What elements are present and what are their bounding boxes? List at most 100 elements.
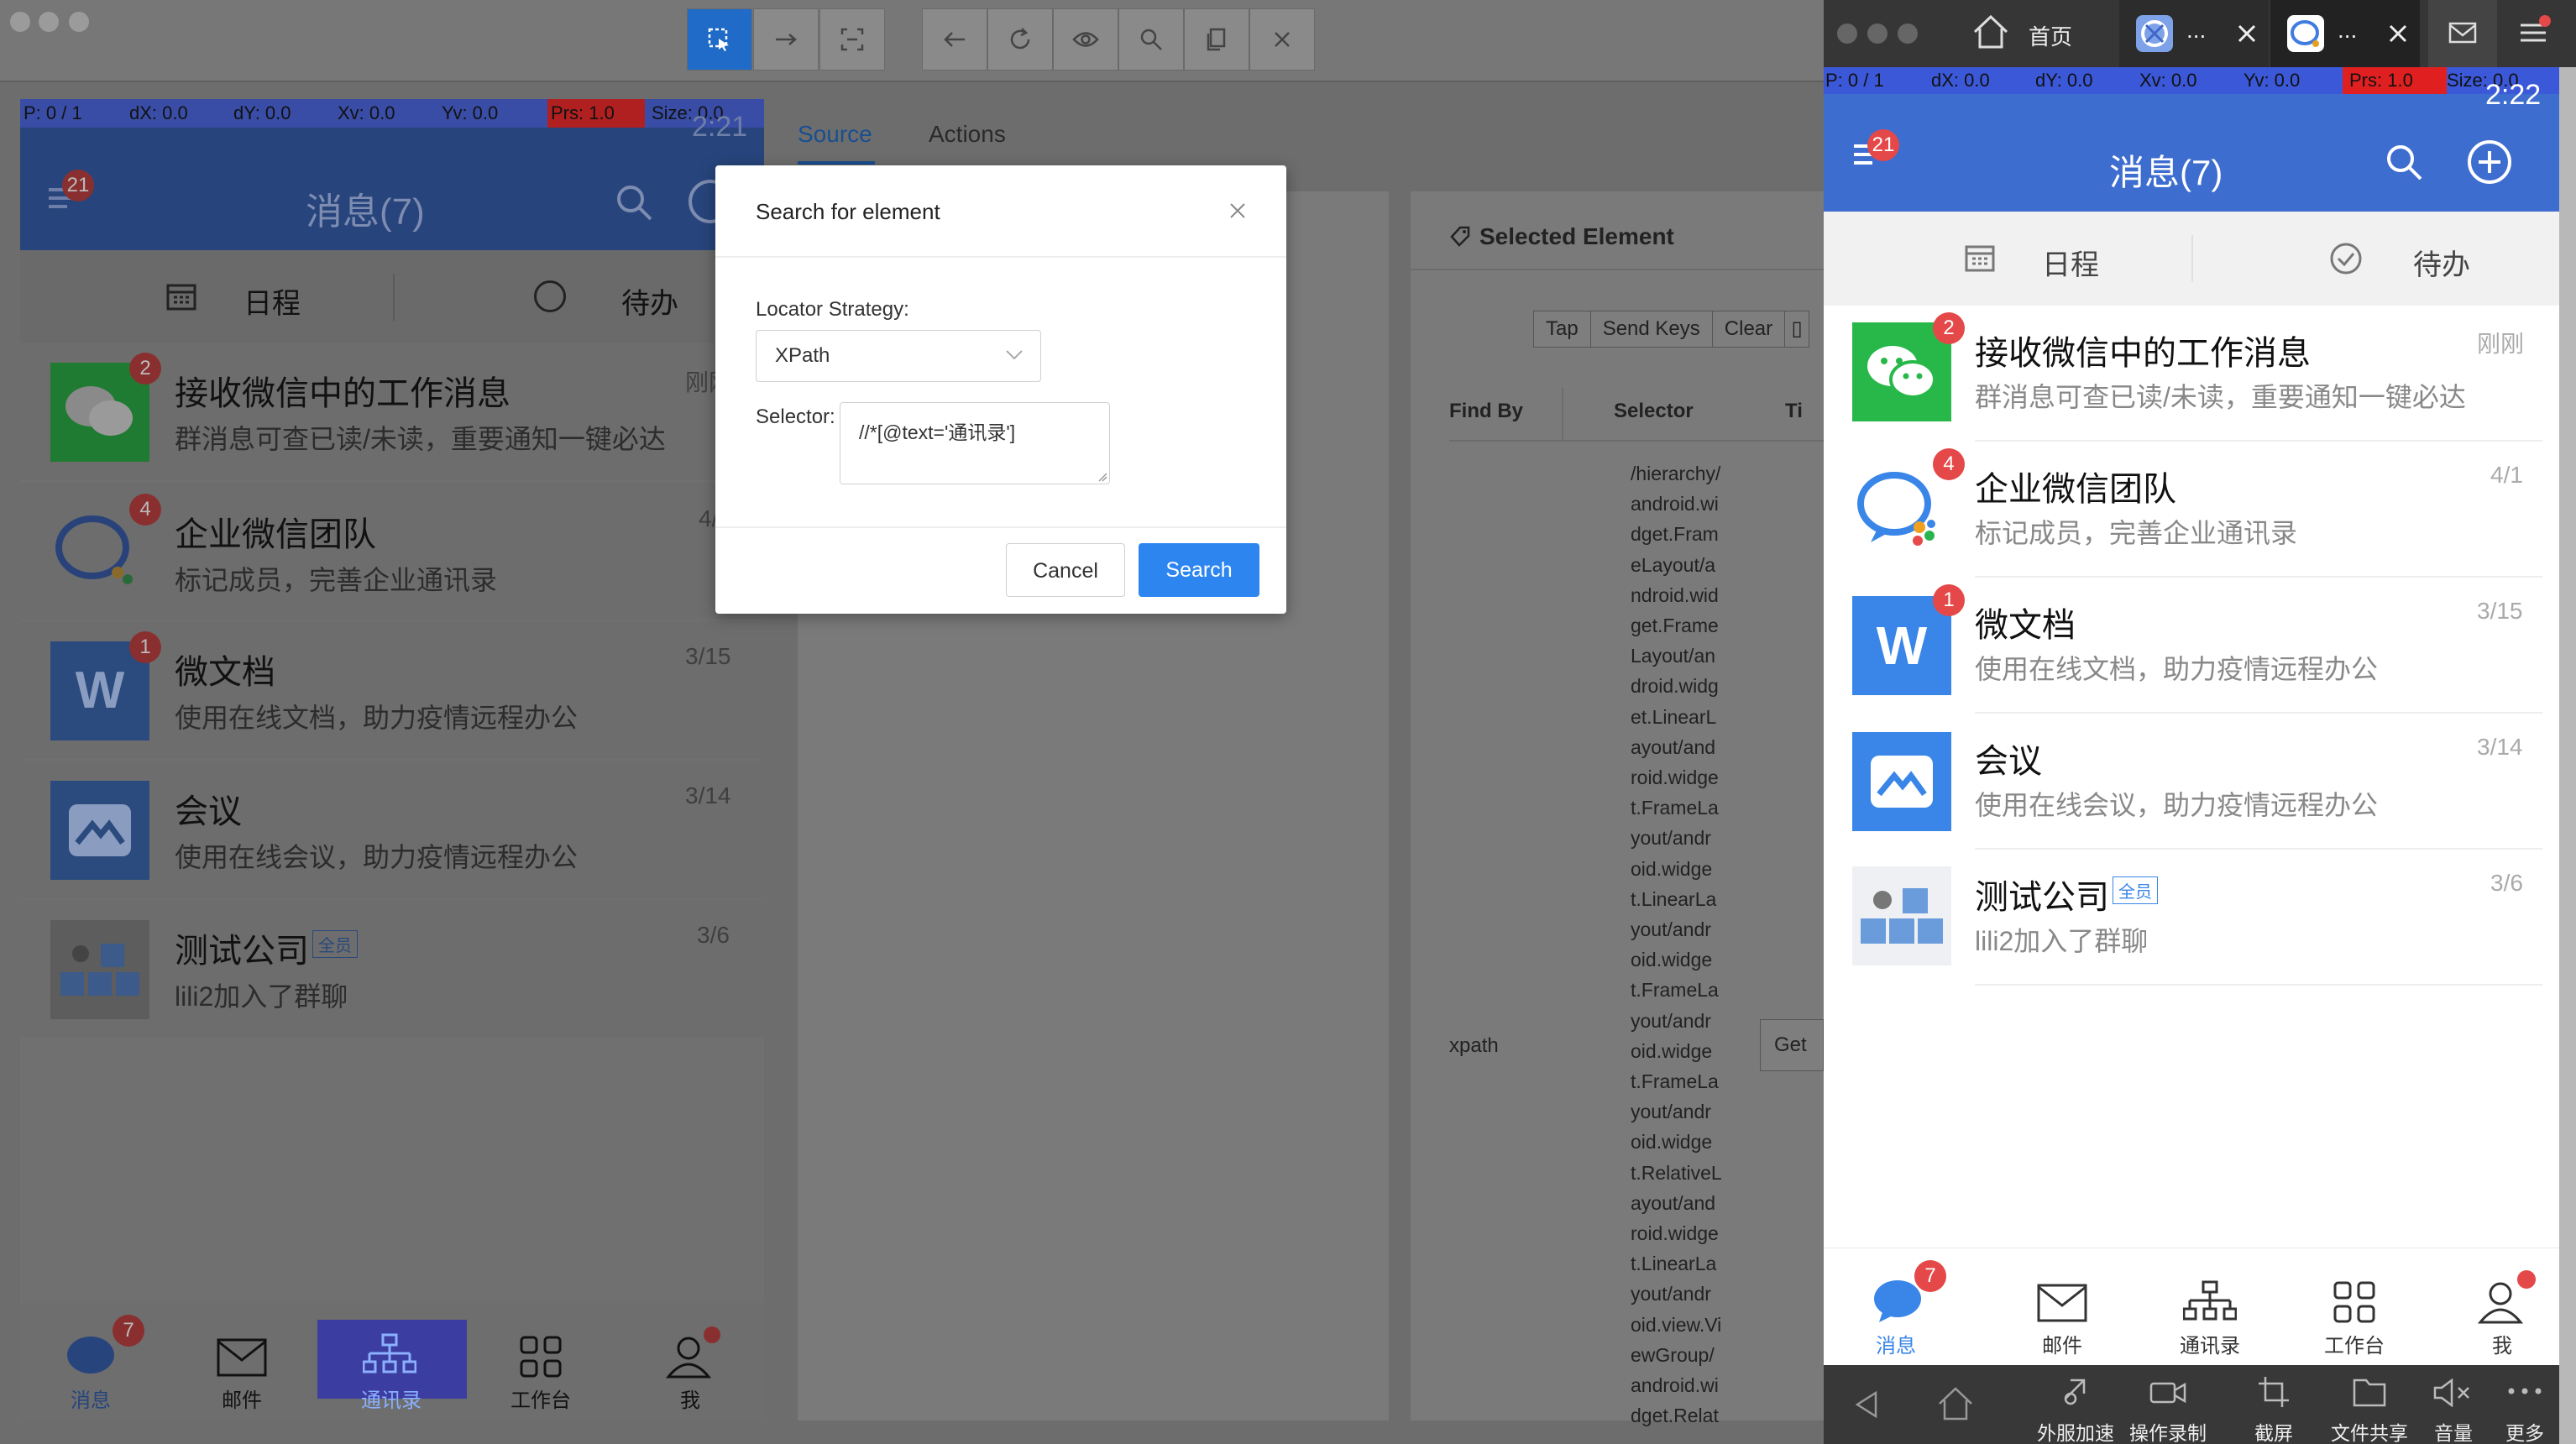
get-timing-button[interactable]: Get [1760, 1019, 1824, 1071]
group-avatar-icon [50, 920, 149, 1019]
xpath-line: get.Frame [1631, 615, 1719, 637]
copy-xml-icon[interactable] [1184, 8, 1249, 71]
device-screenshot[interactable]: P: 0 / 1 dX: 0.0 dY: 0.0 Xv: 0.0 Yv: 0.0… [20, 99, 764, 1420]
android-home-icon[interactable] [1936, 1385, 1975, 1420]
cancel-button[interactable]: Cancel [1006, 543, 1125, 597]
selector-textarea[interactable]: //*[@text='通讯录'] [840, 402, 1110, 484]
nav-workbench[interactable]: 工作台 [2301, 1260, 2410, 1358]
pointer-dy: dY: 0.0 [233, 102, 291, 123]
search-button[interactable]: Search [1139, 543, 1259, 597]
xpath-line: roid.widge [1631, 1222, 1719, 1245]
window-zoom-light[interactable] [69, 12, 89, 32]
window-close-light[interactable] [10, 12, 30, 32]
android-back-icon[interactable] [1854, 1390, 1879, 1419]
pointer-p: P: 0 / 1 [24, 102, 82, 123]
tab-actions[interactable]: Actions [929, 121, 1006, 148]
screenshot-button[interactable]: 截屏 [2232, 1373, 2316, 1444]
toolbar-divider [0, 81, 1824, 82]
home-icon[interactable] [1971, 13, 2010, 49]
calendar-icon [1965, 243, 1995, 272]
list-item[interactable]: 4 企业微信团队 标记成员，完善企业通讯录 4/1 [1824, 442, 2559, 578]
copy-attributes-icon[interactable]: ▯ [1785, 311, 1809, 347]
quit-session-icon[interactable] [1249, 8, 1315, 71]
volume-button[interactable]: 音量 [2420, 1373, 2487, 1444]
tab-home-label[interactable]: 首页 [2029, 20, 2072, 51]
item-badge: 1 [1933, 584, 1965, 616]
tab-schedule[interactable]: 日程 [2042, 242, 2099, 283]
eye-icon[interactable] [1053, 8, 1118, 71]
resize-handle-icon[interactable] [1097, 472, 1107, 482]
window-close-light[interactable] [1837, 24, 1857, 44]
send-keys-button[interactable]: Send Keys [1591, 311, 1713, 347]
xpath-line: t.LinearLa [1631, 887, 1717, 910]
nav-me[interactable]: 我 [2445, 1260, 2554, 1358]
panel-divider [1411, 269, 1824, 270]
nav-messages[interactable]: 7 消息 [1862, 1260, 1971, 1358]
nav-label: 邮件 [2042, 1335, 2082, 1358]
item-date: 3/14 [2477, 734, 2523, 760]
close-tab-icon[interactable] [2237, 24, 2257, 44]
tab-app-2[interactable]: ... [2270, 0, 2420, 67]
wecom-team-icon [1852, 460, 1945, 552]
file-share-button[interactable]: 文件共享 [2319, 1373, 2420, 1444]
phone-search-icon[interactable] [2385, 143, 2423, 181]
wecom-team-icon [50, 504, 143, 596]
nav-label: 我 [680, 1389, 700, 1412]
close-tab-icon[interactable] [2388, 24, 2408, 44]
xpath-line: yout/andr [1631, 1009, 1711, 1032]
item-sub: 群消息可查已读/未读，重要通知一键必达 [175, 424, 666, 454]
item-date: 3/15 [685, 643, 731, 669]
bar-label: 操作录制 [2129, 1422, 2207, 1444]
modal-close-icon[interactable] [1229, 202, 1246, 219]
locator-strategy-label: Locator Strategy: [756, 298, 909, 321]
phone-header: P: 0 / 1 dX: 0.0 dY: 0.0 Xv: 0.0 Yv: 0.0… [1824, 67, 2559, 212]
nav-contacts-icon [2183, 1280, 2237, 1322]
bar-label: 截屏 [2254, 1422, 2293, 1444]
tab-todo[interactable]: 待办 [2413, 242, 2470, 283]
mail-icon[interactable] [2428, 0, 2497, 67]
xpath-line: oid.widge [1631, 857, 1713, 880]
select-element-icon[interactable] [687, 8, 752, 71]
list-item[interactable]: 会议 使用在线会议，助力疫情远程办公 3/14 [1824, 714, 2559, 850]
more-button[interactable]: 更多 [2495, 1373, 2554, 1444]
item-name: 会议 [1975, 743, 2042, 780]
accelerate-button[interactable]: 外服加速 [2025, 1373, 2126, 1444]
swipe-icon[interactable] [753, 8, 819, 71]
record-button[interactable]: 操作录制 [2118, 1373, 2218, 1444]
window-zoom-light[interactable] [1898, 24, 1918, 44]
list-item[interactable]: W 1 微文档 使用在线文档，助力疫情远程办公 3/15 [1824, 578, 2559, 714]
refresh-icon[interactable] [987, 8, 1053, 71]
locator-strategy-select[interactable]: XPath [756, 330, 1041, 382]
search-icon[interactable] [1118, 8, 1184, 71]
nav-label: 通讯录 [2180, 1335, 2240, 1358]
modal-header-divider [715, 256, 1286, 258]
modal-footer-divider [715, 526, 1286, 528]
tap-coordinates-icon[interactable] [819, 8, 885, 71]
pointer-yv: Yv: 0.0 [442, 102, 499, 123]
nav-messages-icon [1872, 1279, 1923, 1322]
list-item[interactable]: 测试公司 全员 lili2加入了群聊 3/6 [1824, 850, 2559, 986]
back-icon[interactable] [922, 8, 987, 71]
xpath-line: dget.Relat [1631, 1405, 1719, 1427]
xpath-line: ndroid.wid [1631, 583, 1719, 606]
inspector-toolbar [0, 0, 1824, 81]
window-minimize-light[interactable] [1867, 24, 1887, 44]
nav-me-icon [2477, 1280, 2524, 1324]
nav-mail[interactable]: 邮件 [2008, 1260, 2118, 1358]
xpath-line: /hierarchy/ [1631, 463, 1721, 484]
nav-contacts[interactable]: 通讯录 [2155, 1260, 2264, 1358]
nav-label: 工作台 [2324, 1335, 2385, 1358]
tap-button[interactable]: Tap [1534, 311, 1591, 347]
phone-add-icon[interactable] [2467, 139, 2512, 185]
clear-button[interactable]: Clear [1713, 311, 1786, 347]
item-name: 微文档 [1975, 607, 2076, 644]
tab-app-1[interactable]: ... [2119, 0, 2269, 67]
tab-source[interactable]: Source [798, 121, 872, 148]
window-minimize-light[interactable] [39, 12, 59, 32]
item-divider [1975, 984, 2542, 986]
window-scrollbar[interactable] [2559, 67, 2576, 1444]
item-date: 3/14 [685, 782, 731, 808]
list-item[interactable]: 2 接收微信中的工作消息 群消息可查已读/未读，重要通知一键必达 刚刚 [1824, 306, 2559, 442]
xpath-line: Layout/an [1631, 645, 1716, 667]
pointer-xv: Xv: 0.0 [338, 102, 395, 123]
